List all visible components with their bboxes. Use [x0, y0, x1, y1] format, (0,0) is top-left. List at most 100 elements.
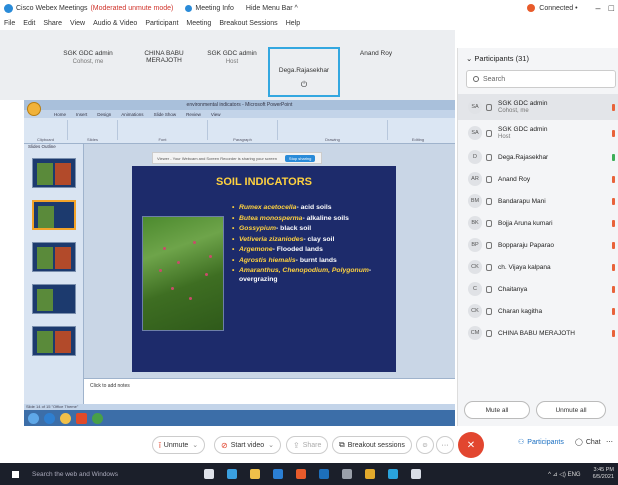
device-icon — [486, 285, 492, 293]
participant-row[interactable]: CK Charan kagitha — [458, 300, 618, 322]
bullet-item: Butea monosperma- alkaline soils — [232, 215, 392, 224]
participants-header[interactable]: ⌄ Participants (31) — [466, 54, 529, 63]
slide-title: SOIL INDICATORS — [216, 176, 312, 188]
mic-muted-icon[interactable] — [612, 263, 615, 271]
reactions-button[interactable]: ☺ — [416, 436, 434, 454]
file-explorer-icon[interactable] — [250, 469, 260, 479]
avatar: CK — [468, 304, 482, 318]
chrome-icon — [92, 412, 103, 424]
mic-muted-icon[interactable] — [612, 103, 615, 111]
video-tile-active-speaker[interactable]: Dega.Rajasekhar ⏻ — [268, 47, 340, 97]
app-title: Cisco Webex Meetings — [16, 4, 88, 12]
video-tile[interactable]: CHINA BABU MERAJOTH — [126, 50, 202, 64]
search-placeholder: Search — [483, 75, 506, 83]
menu-help[interactable]: Help — [286, 20, 300, 27]
chevron-down-icon: ⌄ — [268, 442, 275, 449]
slide-thumbnail — [32, 284, 76, 314]
mic-muted-icon[interactable] — [612, 219, 615, 227]
windows-search-box[interactable]: Search the web and Windows — [24, 463, 184, 485]
menu-breakout-sessions[interactable]: Breakout Sessions — [219, 20, 277, 27]
meeting-info-button[interactable]: Meeting Info — [185, 4, 234, 12]
hide-menu-bar-button[interactable]: Hide Menu Bar ^ — [246, 5, 298, 12]
ribbon-group-label: Clipboard — [36, 137, 55, 142]
store-icon[interactable] — [227, 469, 237, 479]
mute-all-button[interactable]: Mute all — [464, 401, 530, 419]
webex-taskbar-icon[interactable] — [388, 469, 398, 479]
windows-start-icon[interactable] — [6, 463, 24, 485]
clock[interactable]: 3:45 PM 6/5/2021 — [587, 467, 614, 481]
mic-muted-icon[interactable] — [612, 329, 615, 337]
mic-muted-icon[interactable] — [612, 129, 615, 137]
end-call-button[interactable]: ✕ — [458, 432, 484, 458]
avatar: D — [468, 150, 482, 164]
photos-icon[interactable] — [411, 469, 421, 479]
ribbon-group-label: Slides — [87, 137, 98, 142]
mic-muted-icon[interactable] — [612, 307, 615, 315]
mic-muted-icon[interactable] — [612, 175, 615, 183]
participant-row[interactable]: BP Bopparaju Paparao — [458, 234, 618, 256]
participants-label: Participants — [527, 438, 564, 446]
minimize-button[interactable]: – — [596, 3, 601, 13]
slides-outline-tabs: Slides Outline — [28, 144, 56, 149]
menu-participant[interactable]: Participant — [145, 20, 178, 27]
mic-muted-icon[interactable] — [612, 285, 615, 293]
menu-edit[interactable]: Edit — [23, 20, 35, 27]
chat-button[interactable]: ◯ Chat — [575, 438, 601, 447]
participant-row[interactable]: CM CHINA BABU MERAJOTH — [458, 322, 618, 344]
participant-row[interactable]: CK ch. Vijaya kalpana — [458, 256, 618, 278]
more-options-button[interactable]: ··· — [436, 436, 454, 454]
video-tile[interactable]: Anand Roy — [340, 50, 412, 57]
participant-row[interactable]: SA SGK GDC admin Host — [458, 120, 618, 146]
menu-file[interactable]: File — [4, 20, 15, 27]
avatar: AR — [468, 172, 482, 186]
tray-icons[interactable]: ^ ⊿ ◁) ENG — [548, 471, 580, 478]
chrome-taskbar-icon[interactable] — [365, 469, 375, 479]
chevron-down-icon: ⌄ — [192, 442, 199, 449]
start-video-button[interactable]: ⊘ Start video ⌄ — [214, 436, 282, 454]
breakout-sessions-button[interactable]: ⧉ Breakout sessions — [332, 436, 412, 454]
participant-search-input[interactable]: Search — [466, 70, 616, 88]
office-icon[interactable] — [296, 469, 306, 479]
start-video-label: Start video — [230, 441, 265, 449]
menu-meeting[interactable]: Meeting — [186, 20, 211, 27]
title-bar: Cisco Webex Meetings (Moderated unmute m… — [0, 0, 618, 16]
plant-photo — [142, 216, 224, 331]
device-icon — [486, 329, 492, 337]
device-icon — [486, 175, 492, 183]
app-icon[interactable] — [342, 469, 352, 479]
edge-icon[interactable] — [273, 469, 283, 479]
slide-thumbnail — [32, 326, 76, 356]
unmute-button[interactable]: ǐ Unmute ⌄ — [152, 436, 206, 454]
outlook-icon[interactable] — [319, 469, 329, 479]
participant-name: SGK GDC admin — [498, 126, 548, 133]
ppt-tab: Review — [186, 111, 201, 117]
device-icon — [486, 197, 492, 205]
system-tray: ^ ⊿ ◁) ENG 3:45 PM 6/5/2021 — [542, 463, 614, 485]
avatar: SA — [468, 126, 482, 140]
share-button[interactable]: ⇪ Share — [286, 436, 329, 454]
device-icon — [486, 153, 492, 161]
mic-unmuted-icon[interactable] — [612, 153, 615, 161]
video-tile[interactable]: SGK GDC admin Cohost, me — [52, 50, 124, 65]
overflow-menu-icon[interactable]: ⋯ — [606, 438, 613, 446]
participant-row[interactable]: C Chaitanya — [458, 278, 618, 300]
menu-view[interactable]: View — [70, 20, 85, 27]
mic-muted-icon[interactable] — [612, 241, 615, 249]
participant-row[interactable]: D Dega.Rajasekhar — [458, 146, 618, 168]
menu-share[interactable]: Share — [43, 20, 62, 27]
participant-row[interactable]: BK Bojja Aruna kumari — [458, 212, 618, 234]
task-view-icon[interactable] — [204, 469, 214, 479]
participant-row[interactable]: BM Bandarapu Mani — [458, 190, 618, 212]
participants-button[interactable]: ⚇ Participants — [518, 438, 564, 447]
video-tile[interactable]: SGK GDC admin Host — [196, 50, 268, 65]
people-icon: ⚇ — [518, 439, 525, 446]
menu-audio-video[interactable]: Audio & Video — [93, 20, 137, 27]
unmute-all-button[interactable]: Unmute all — [536, 401, 606, 419]
maximize-button[interactable]: □ — [609, 3, 614, 13]
mic-muted-icon[interactable] — [612, 197, 615, 205]
participant-row[interactable]: SA SGK GDC admin Cohost, me — [458, 94, 618, 120]
participant-row[interactable]: AR Anand Roy — [458, 168, 618, 190]
search-icon — [473, 76, 479, 82]
connection-status[interactable]: Connected • — [539, 5, 577, 12]
start-orb-icon — [28, 412, 39, 424]
